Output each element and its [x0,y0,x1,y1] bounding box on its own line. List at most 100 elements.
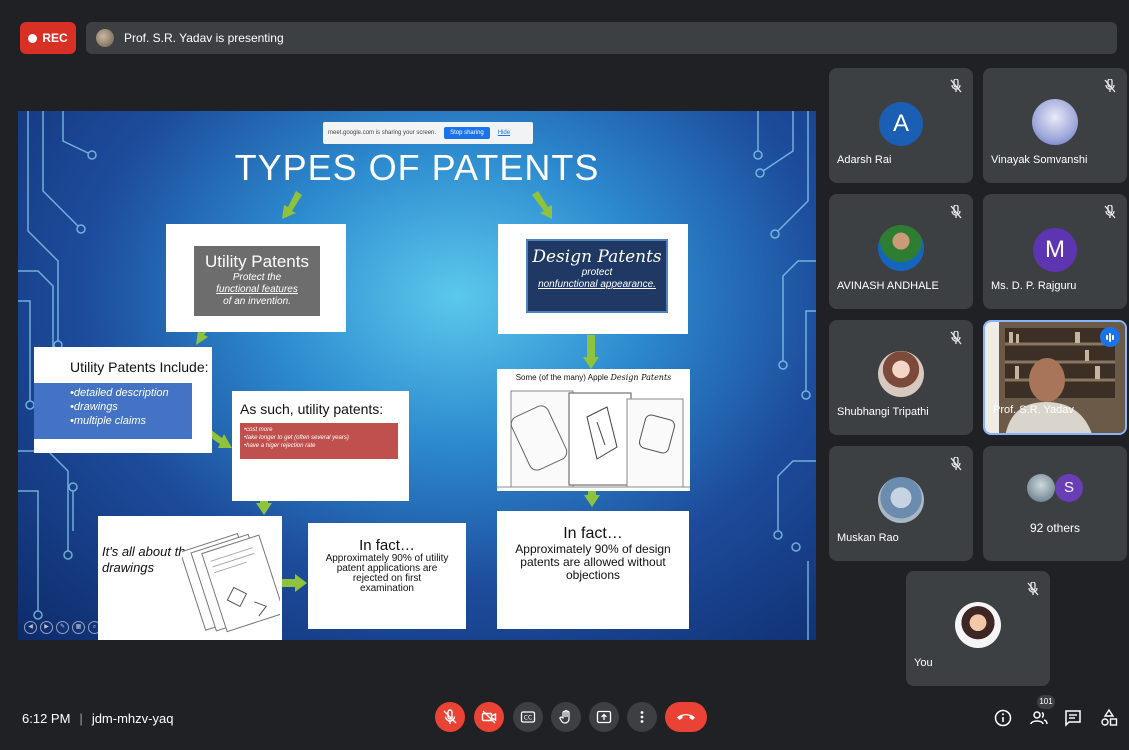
activities-icon[interactable] [1099,708,1119,728]
present-screen-icon [596,710,612,724]
participant-tile[interactable]: AVINASH ANDHALE [829,194,973,309]
fact-title: In fact… [563,525,623,542]
fact-body: examination [360,583,414,594]
mic-off-icon [1104,79,1116,93]
utility-include-box: Utility Patents Include: •detailed descr… [34,347,212,453]
drawings-line: drawings [102,560,155,575]
others-tile[interactable]: S 92 others [983,446,1127,561]
fact-utility-box: In fact… Approximately 90% of utility pa… [308,523,466,629]
screen-share-notice: meet.google.com is sharing your screen. … [323,122,533,144]
apple-caption-plain: Some (of the many) Apple [515,373,609,382]
leave-call-button[interactable] [665,702,707,732]
mic-toggle-button[interactable] [435,702,465,732]
participant-name: Prof. S.R. Yadav [993,404,1074,416]
mic-off-icon [950,79,962,93]
avatar [1027,474,1055,502]
camera-off-icon [481,710,497,724]
raise-hand-button[interactable] [551,702,581,732]
participant-name: Shubhangi Tripathi [837,406,929,418]
self-tile[interactable]: You [906,571,1050,686]
presenting-banner[interactable]: Prof. S.R. Yadav is presenting [86,22,1117,54]
participant-tile[interactable]: Shubhangi Tripathi [829,320,973,435]
meeting-code: jdm-mhzv-yaq [91,711,174,726]
pen-icon[interactable]: ✎ [56,621,69,634]
mic-off-icon [443,709,457,724]
participant-name: AVINASH ANDHALE [837,280,939,292]
as-such-item: •cost more [244,427,273,433]
as-such-box: As such, utility patents: •cost more •ta… [232,391,409,501]
divider: | [79,711,83,726]
participant-name: Adarsh Rai [837,154,892,166]
drawings-line: It's all about the [102,544,193,559]
participant-name: Muskan Rao [837,532,899,544]
recording-indicator[interactable]: REC [20,22,76,54]
present-button[interactable] [589,702,619,732]
avatar: M [1033,228,1077,272]
avatar [1032,99,1078,145]
mic-off-icon [950,457,962,471]
participant-name: You [914,657,933,669]
rec-label: REC [42,31,68,45]
people-icon[interactable] [1029,708,1049,728]
more-icon[interactable]: … [104,621,117,634]
arrow-icon [282,191,302,219]
more-vert-icon [640,711,644,723]
play-slide-icon[interactable]: ▶ [40,621,53,634]
fact-body: objections [565,568,621,582]
prev-slide-icon[interactable]: ◀ [24,621,37,634]
design-line: nonfunctional appearance. [538,279,656,290]
avatar [878,225,924,271]
as-such-item: •take longer to get (often several years… [244,435,349,441]
meeting-details-icon[interactable] [993,708,1013,728]
mic-off-icon [950,205,962,219]
more-options-button[interactable] [627,702,657,732]
captions-button[interactable]: CC [513,702,543,732]
presenter-avatar [96,29,114,47]
apple-patents-caption: Some (of the many) Apple Design Patents [497,373,690,382]
captions-icon: CC [520,711,536,723]
participant-tile[interactable]: M Ms. D. P. Rajguru [983,194,1127,309]
fact-title: In fact… [359,537,415,554]
drawings-box: It's all about the drawings [98,516,282,640]
patent-drawings-image [182,533,280,633]
avatar [878,351,924,397]
participant-tile[interactable]: Vinayak Somvanshi [983,68,1127,183]
speaking-indicator-icon [1100,327,1120,347]
slides-icon[interactable]: ▦ [72,621,85,634]
include-item: •detailed description [70,387,169,399]
shared-screen: meet.google.com is sharing your screen. … [18,111,816,640]
chat-icon[interactable] [1063,708,1083,728]
design-patents-title: Design Patents [532,247,662,267]
include-item: •multiple claims [70,415,146,427]
people-count-badge: 101 [1037,695,1055,709]
avatar [955,602,1001,648]
participant-tile[interactable]: Muskan Rao [829,446,973,561]
participant-tile[interactable]: A Adarsh Rai [829,68,973,183]
meeting-info: 6:12 PM | jdm-mhzv-yaq [22,711,173,726]
fact-design-box: In fact… Approximately 90% of design pat… [497,511,689,629]
hide-link[interactable]: Hide [498,130,510,136]
stop-sharing-button[interactable]: Stop sharing [444,127,490,139]
slideshow-controls: ◀ ▶ ✎ ▦ ⌕ … [24,621,117,634]
patent-sketches-image [497,390,690,488]
apple-caption-script: Design Patents [610,373,672,382]
top-bar: REC Prof. S.R. Yadav is presenting [20,20,1117,56]
camera-toggle-button[interactable] [474,702,504,732]
utility-line: of an invention. [223,296,291,307]
include-title: Utility Patents Include: [70,359,209,375]
design-patents-card: Design Patents protect nonfunctional app… [526,239,668,313]
utility-patents-title: Utility Patents [205,252,309,271]
zoom-icon[interactable]: ⌕ [88,621,101,634]
drawings-caption: It's all about the drawings [102,544,193,576]
arrow-icon [532,191,552,219]
utility-line: functional features [216,284,298,295]
as-such-list: •cost more •take longer to get (often se… [240,423,398,459]
utility-patents-card: Utility Patents Protect the functional f… [194,246,320,316]
include-list: •detailed description •drawings •multipl… [34,383,192,439]
participant-tile[interactable]: Prof. S.R. Yadav [983,320,1127,435]
hand-icon [559,709,570,724]
avatar: S [1055,474,1083,502]
design-line: protect [581,267,613,278]
as-such-item: •have a higer rejection rate [244,443,316,449]
avatar [878,477,924,523]
